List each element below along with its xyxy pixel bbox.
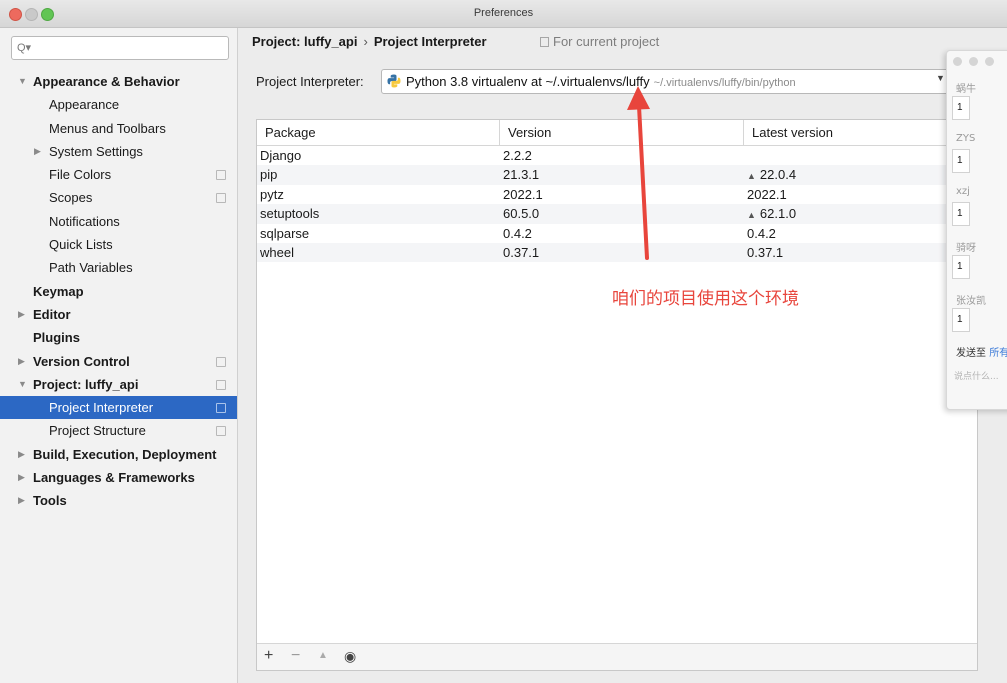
chat-count-box[interactable]: 1 [952, 96, 970, 120]
preferences-window: Preferences Q▾ ▼ Appearance & Behavior App… [0, 0, 1007, 683]
chat-participant-name: ZYS [956, 133, 976, 144]
chat-window-dot[interactable] [953, 57, 962, 66]
chat-participant-name: 蜗牛 [956, 84, 976, 95]
chat-participant-name: 张汝凯 [956, 296, 986, 307]
chat-participant-name: xzj [956, 186, 970, 197]
chat-count-box[interactable]: 1 [952, 149, 970, 173]
chat-count-box[interactable]: 1 [952, 202, 970, 226]
send-to: 发送至 所有 [956, 344, 1007, 359]
chat-overlay: 蜗牛 1 ZYS 1 xzj 1 骑呀 1 张汝凯 1 发送至 所有 说点什么... [946, 50, 1007, 410]
annotation-text: 咱们的项目使用这个环境 [612, 289, 799, 309]
chat-window-dot[interactable] [969, 57, 978, 66]
chat-input[interactable]: 说点什么... [954, 369, 999, 382]
chat-count-box[interactable]: 1 [952, 255, 970, 279]
send-target-link[interactable]: 所有 [989, 348, 1007, 359]
chat-participant-name: 骑呀 [956, 243, 976, 254]
send-prefix: 发送至 [956, 348, 986, 359]
chat-window-dot[interactable] [985, 57, 994, 66]
chat-count-box[interactable]: 1 [952, 308, 970, 332]
annotation-arrow [627, 86, 650, 260]
